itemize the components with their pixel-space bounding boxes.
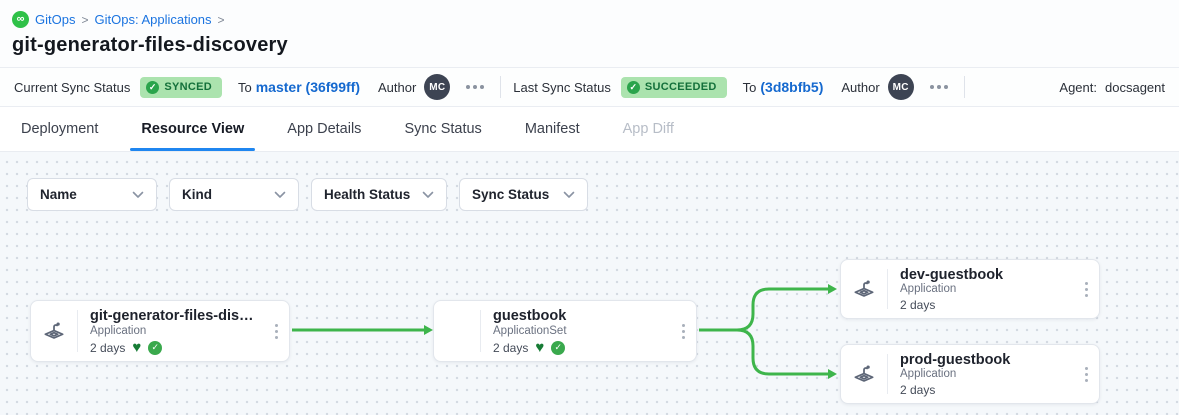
current-sync-status-badge: ✓ SYNCED: [140, 77, 222, 98]
filter-sync-status-label: Sync Status: [472, 187, 549, 202]
agent-info: Agent: docsagent: [1059, 80, 1165, 95]
node-menu-icon[interactable]: [1073, 260, 1099, 318]
graph-node-dev-guestbook[interactable]: dev-guestbook Application 2 days: [840, 259, 1100, 319]
divider: [964, 76, 965, 98]
divider: [500, 76, 501, 98]
last-sync-status-badge: ✓ SUCCEEDED: [621, 77, 727, 98]
last-to-label: To: [743, 80, 757, 95]
last-more-menu-icon[interactable]: [926, 81, 952, 93]
health-heart-icon: ♥: [132, 340, 141, 355]
node-title: prod-guestbook: [900, 352, 1069, 367]
chevron-down-icon: [274, 191, 286, 199]
filter-name-dropdown[interactable]: Name: [27, 178, 157, 211]
breadcrumb: ∞ GitOps > GitOps: Applications >: [12, 11, 1165, 28]
graph-node-root-application[interactable]: git-generator-files-disco... Application…: [30, 300, 290, 362]
application-icon: [841, 345, 887, 403]
current-more-menu-icon[interactable]: [462, 81, 488, 93]
application-icon: [31, 301, 77, 361]
sync-status-bar: Current Sync Status ✓ SYNCED To master (…: [0, 67, 1179, 107]
node-age: 2 days: [900, 298, 935, 312]
node-menu-icon[interactable]: [263, 301, 289, 361]
current-revision-link[interactable]: master (36f99ff): [256, 79, 360, 95]
node-title: git-generator-files-disco...: [90, 308, 259, 324]
graph-node-prod-guestbook[interactable]: prod-guestbook Application 2 days: [840, 344, 1100, 404]
applicationset-icon-empty: [434, 301, 480, 361]
node-info: prod-guestbook Application 2 days: [888, 345, 1073, 403]
node-kind: Application: [900, 368, 1069, 380]
node-menu-icon[interactable]: [670, 301, 696, 361]
last-author-label: Author: [841, 80, 879, 95]
node-menu-icon[interactable]: [1073, 345, 1099, 403]
tab-sync-status[interactable]: Sync Status: [404, 107, 481, 151]
node-kind: ApplicationSet: [493, 325, 666, 337]
filter-kind-label: Kind: [182, 187, 212, 202]
page-header: ∞ GitOps > GitOps: Applications > git-ge…: [0, 0, 1179, 67]
tab-resource-view[interactable]: Resource View: [141, 107, 244, 151]
node-title: dev-guestbook: [900, 267, 1069, 282]
filter-health-status-dropdown[interactable]: Health Status: [311, 178, 447, 211]
breadcrumb-separator: >: [218, 13, 225, 27]
check-icon: ✓: [627, 81, 640, 94]
application-icon: [841, 260, 887, 318]
filter-sync-status-dropdown[interactable]: Sync Status: [459, 178, 588, 211]
chevron-down-icon: [132, 191, 144, 199]
tab-manifest[interactable]: Manifest: [525, 107, 580, 151]
last-sync-status-label: Last Sync Status: [513, 80, 611, 95]
tab-app-details[interactable]: App Details: [287, 107, 361, 151]
current-to-label: To: [238, 80, 252, 95]
resource-graph-canvas: Name Kind Health Status Sync Status: [0, 152, 1179, 415]
page-title: git-generator-files-discovery: [12, 34, 1165, 57]
graph-node-guestbook-appset[interactable]: guestbook ApplicationSet 2 days ♥ ✓: [433, 300, 697, 362]
node-age: 2 days: [900, 383, 935, 397]
node-info: dev-guestbook Application 2 days: [888, 260, 1073, 318]
gitops-logo-icon: ∞: [12, 11, 29, 28]
current-author-avatar[interactable]: MC: [424, 74, 450, 100]
synced-check-icon: ✓: [551, 341, 565, 355]
breadcrumb-separator: >: [81, 13, 88, 27]
tab-app-diff: App Diff: [623, 107, 674, 151]
gitops-application-page: ∞ GitOps > GitOps: Applications > git-ge…: [0, 0, 1179, 415]
chevron-down-icon: [422, 191, 434, 199]
node-kind: Application: [900, 283, 1069, 295]
node-age: 2 days: [493, 341, 528, 355]
agent-label: Agent:: [1059, 80, 1097, 95]
current-sync-status-badge-text: SYNCED: [164, 81, 212, 93]
filter-name-label: Name: [40, 187, 77, 202]
node-info: guestbook ApplicationSet 2 days ♥ ✓: [481, 301, 670, 361]
breadcrumb-link-gitops[interactable]: GitOps: [35, 12, 75, 27]
filter-health-status-label: Health Status: [324, 187, 410, 202]
chevron-down-icon: [563, 191, 575, 199]
last-revision-link[interactable]: (3d8bfb5): [760, 79, 823, 95]
node-info: git-generator-files-disco... Application…: [78, 301, 263, 361]
breadcrumb-link-applications[interactable]: GitOps: Applications: [94, 12, 211, 27]
current-author-label: Author: [378, 80, 416, 95]
agent-value: docsagent: [1105, 80, 1165, 95]
check-icon: ✓: [146, 81, 159, 94]
last-sync-status-badge-text: SUCCEEDED: [645, 81, 717, 93]
node-age: 2 days: [90, 341, 125, 355]
tab-bar: Deployment Resource View App Details Syn…: [0, 107, 1179, 152]
health-heart-icon: ♥: [535, 340, 544, 355]
filter-kind-dropdown[interactable]: Kind: [169, 178, 299, 211]
node-title: guestbook: [493, 308, 666, 324]
current-sync-status-label: Current Sync Status: [14, 80, 130, 95]
synced-check-icon: ✓: [148, 341, 162, 355]
last-author-avatar[interactable]: MC: [888, 74, 914, 100]
node-kind: Application: [90, 325, 259, 337]
tab-deployment[interactable]: Deployment: [21, 107, 98, 151]
